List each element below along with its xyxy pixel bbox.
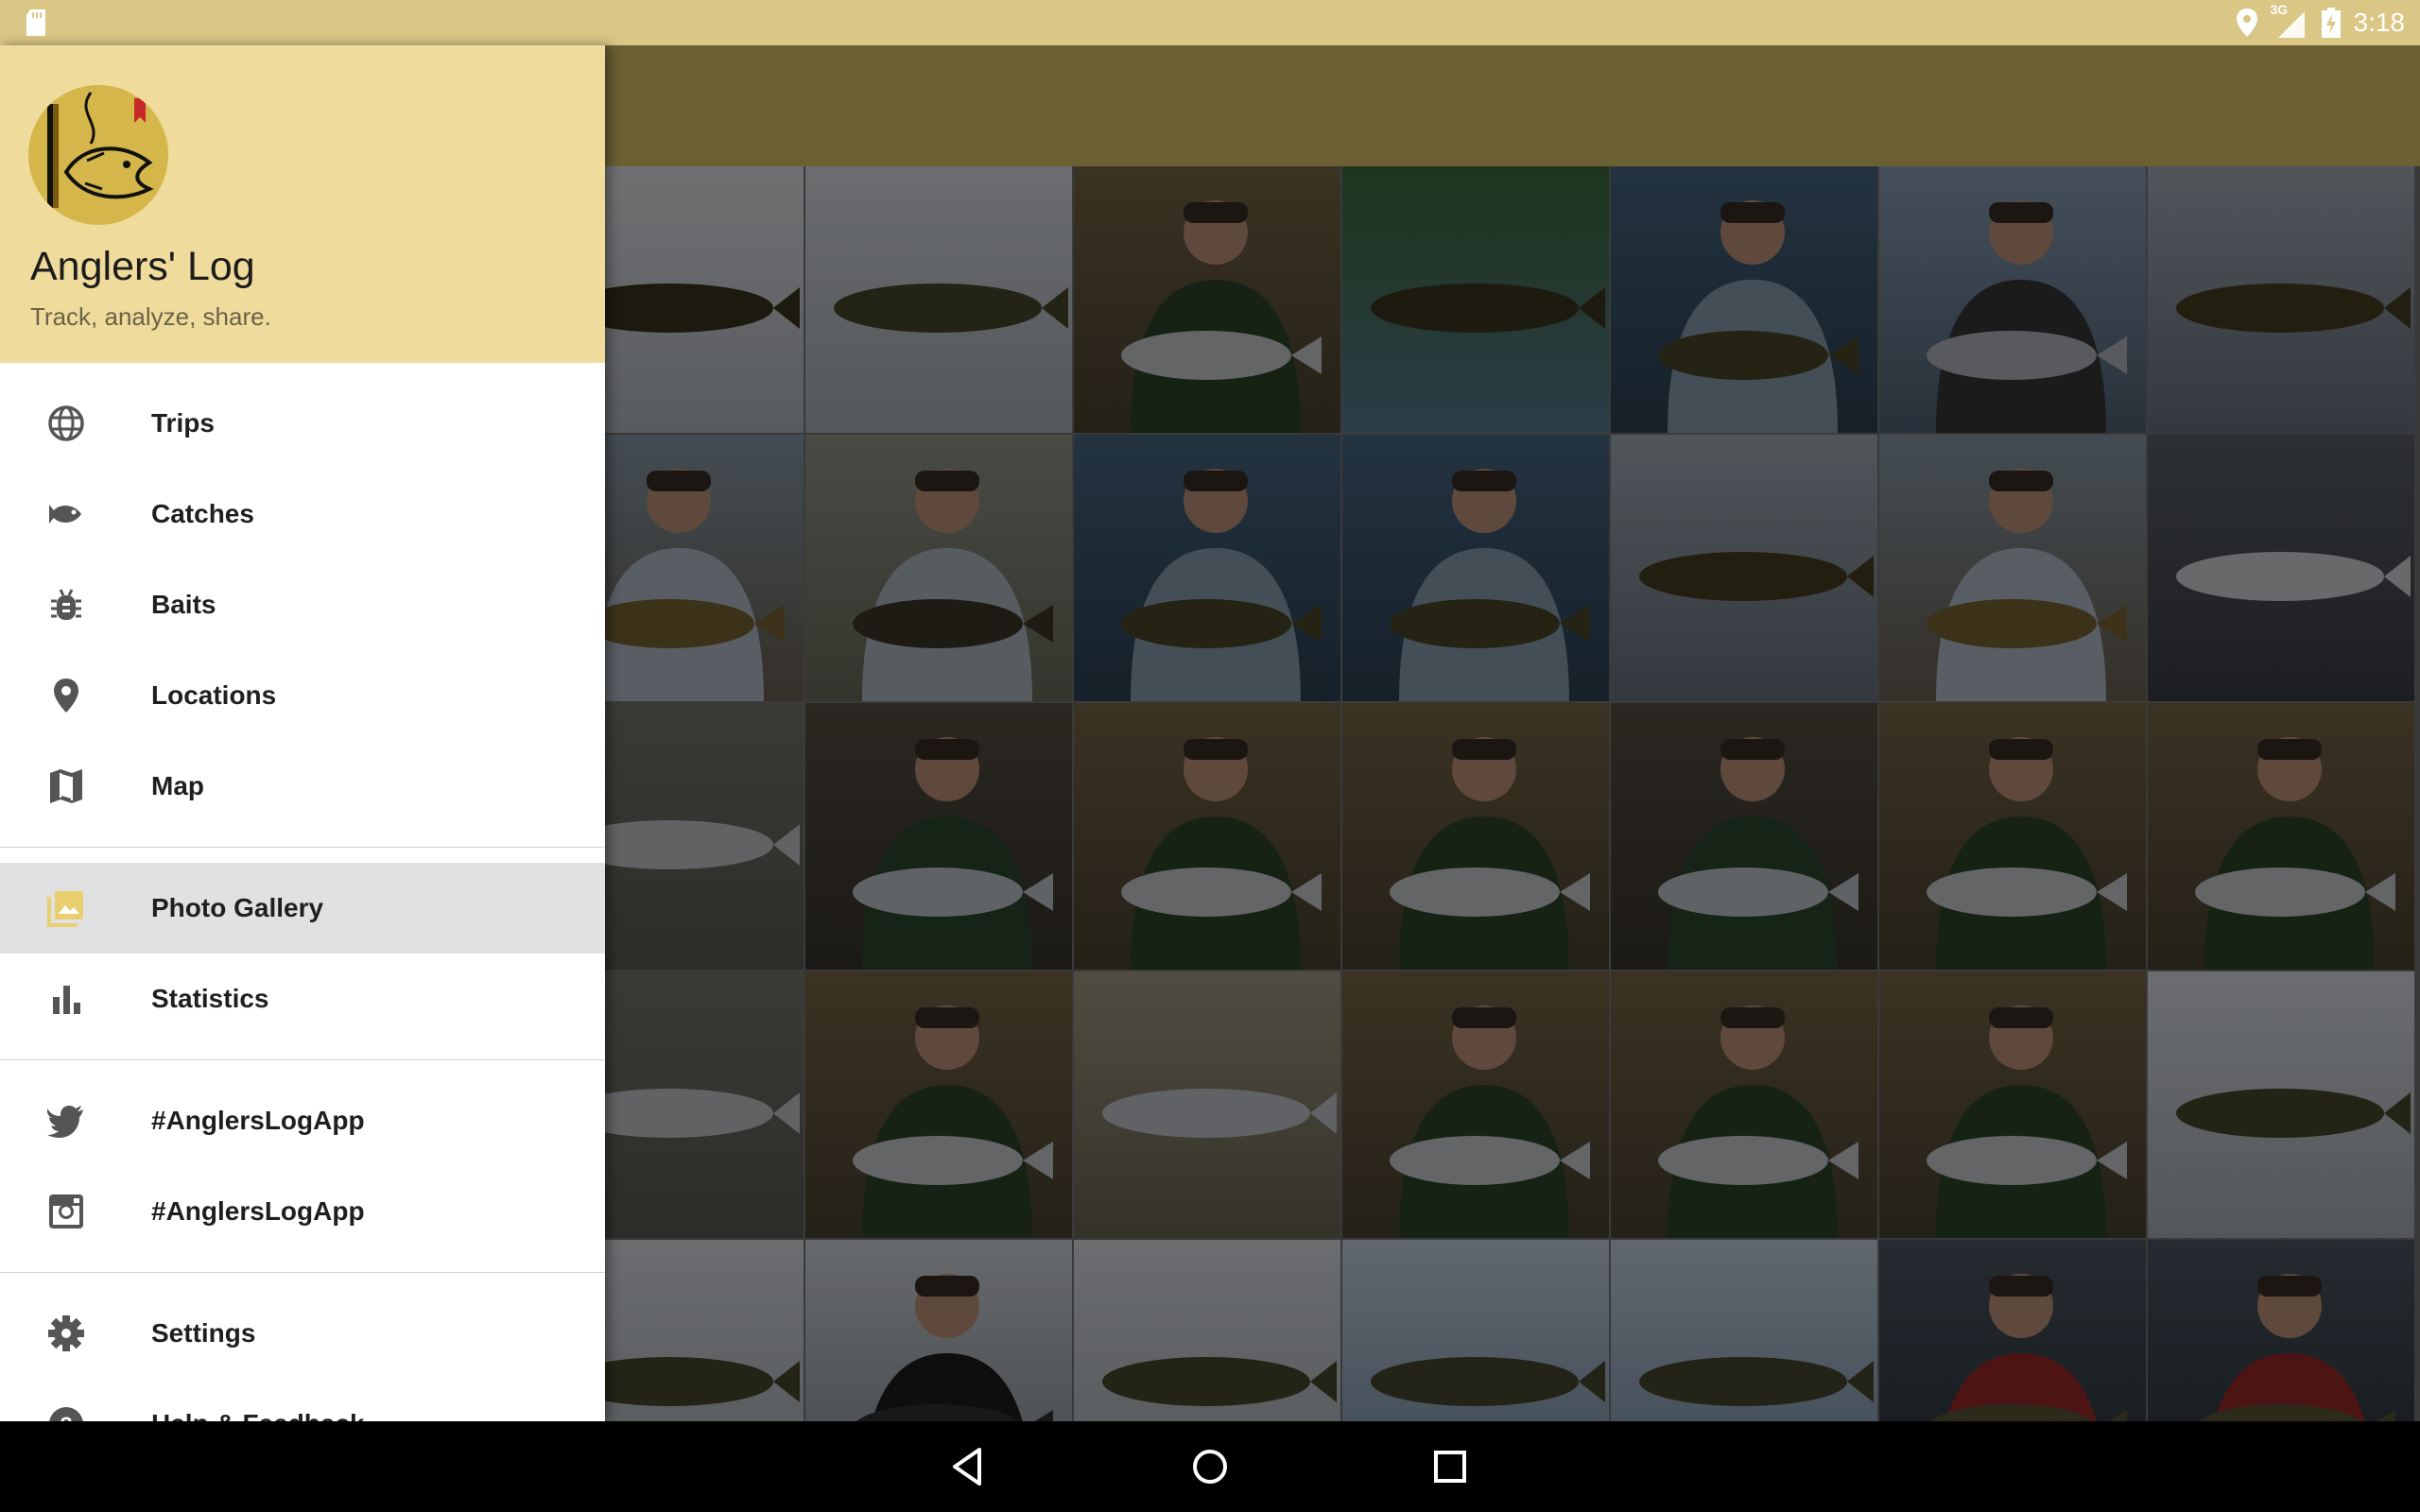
drawer-item-label: Settings xyxy=(151,1318,256,1348)
gallery-photo[interactable] xyxy=(1879,435,2146,701)
gallery-photo[interactable] xyxy=(805,971,1072,1238)
drawer-divider xyxy=(0,847,605,848)
drawer-item-label: Help & Feedback xyxy=(151,1409,365,1421)
photo-library-icon xyxy=(47,891,83,927)
gallery-photo[interactable] xyxy=(1342,435,1609,701)
gallery-photo[interactable] xyxy=(2148,971,2414,1238)
globe-icon xyxy=(48,405,84,441)
gallery-photo[interactable] xyxy=(1074,703,1340,970)
gallery-photo[interactable] xyxy=(1879,1240,2146,1421)
gallery-photo[interactable] xyxy=(805,435,1072,701)
gallery-photo[interactable] xyxy=(605,435,804,701)
drawer-item-help[interactable]: ? Help & Feedback xyxy=(0,1379,605,1421)
drawer-item-settings[interactable]: Settings xyxy=(0,1288,605,1379)
status-time: 3:18 xyxy=(2353,8,2406,37)
drawer-header: Anglers' Log Track, analyze, share. xyxy=(0,45,605,363)
gallery-photo[interactable] xyxy=(605,971,804,1238)
gallery-photo[interactable] xyxy=(1611,971,1877,1238)
bar-chart-icon xyxy=(53,986,80,1014)
drawer-item-instagram[interactable]: #AnglersLogApp xyxy=(0,1166,605,1257)
gallery-photo[interactable] xyxy=(1879,971,2146,1238)
twitter-icon xyxy=(47,1106,83,1138)
signal-icon: 3G xyxy=(2271,2,2308,40)
app-logo xyxy=(28,85,168,225)
gallery-photo[interactable] xyxy=(805,703,1072,970)
bug-icon xyxy=(51,589,81,620)
drawer-item-baits[interactable]: Baits xyxy=(0,559,605,650)
drawer-item-statistics[interactable]: Statistics xyxy=(0,954,605,1044)
gallery-photo[interactable] xyxy=(805,1240,1072,1421)
gallery-photo[interactable] xyxy=(1611,166,1877,433)
gallery-photo[interactable] xyxy=(805,166,1072,433)
gallery-photo[interactable] xyxy=(1611,703,1877,970)
drawer-item-label: Catches xyxy=(151,499,254,528)
app-toolbar xyxy=(605,45,2420,166)
svg-text:?: ? xyxy=(60,1413,72,1421)
gallery-photo[interactable] xyxy=(1879,703,2146,970)
settings-gear-icon xyxy=(48,1315,84,1351)
help-icon: ? xyxy=(49,1407,83,1421)
gallery-photo[interactable] xyxy=(605,166,804,433)
fish-icon xyxy=(49,505,81,524)
gallery-photo[interactable] xyxy=(2148,703,2414,970)
drawer-item-label: Map xyxy=(151,771,204,800)
gallery-photo[interactable] xyxy=(1342,1240,1609,1421)
gallery-photo[interactable] xyxy=(2148,435,2414,701)
drawer-item-label: Statistics xyxy=(151,984,269,1013)
gallery-photo[interactable] xyxy=(605,1240,804,1421)
drawer-divider xyxy=(0,1272,605,1273)
app-subtitle: Track, analyze, share. xyxy=(30,302,271,331)
app-title: Anglers' Log xyxy=(30,244,255,289)
gallery-photo[interactable] xyxy=(1074,971,1340,1238)
drawer-item-label: Trips xyxy=(151,408,215,438)
gallery-photo[interactable] xyxy=(2148,166,2414,433)
location-icon xyxy=(2236,9,2257,37)
gallery-photo[interactable] xyxy=(1074,166,1340,433)
gallery-photo[interactable] xyxy=(1611,1240,1877,1421)
location-pin-icon xyxy=(54,679,78,713)
photo-gallery-grid xyxy=(605,166,2420,1421)
map-icon xyxy=(50,769,82,803)
gallery-photo[interactable] xyxy=(1342,703,1609,970)
gallery-photo[interactable] xyxy=(1342,971,1609,1238)
gallery-photo[interactable] xyxy=(1611,435,1877,701)
recents-icon[interactable] xyxy=(1427,1444,1473,1489)
sd-card-icon xyxy=(26,9,45,36)
battery-icon xyxy=(2321,8,2341,38)
drawer-item-catches[interactable]: Catches xyxy=(0,469,605,559)
instagram-icon xyxy=(49,1194,83,1228)
drawer-item-photo-gallery[interactable]: Photo Gallery xyxy=(0,863,605,954)
drawer-item-label: #AnglersLogApp xyxy=(151,1106,365,1135)
gallery-photo[interactable] xyxy=(2148,1240,2414,1421)
gallery-photo[interactable] xyxy=(1074,1240,1340,1421)
drawer-item-locations[interactable]: Locations xyxy=(0,650,605,741)
gallery-photo[interactable] xyxy=(1342,166,1609,433)
network-type-label: 3G xyxy=(2270,2,2289,17)
drawer-item-label: Locations xyxy=(151,680,277,710)
drawer-item-trips[interactable]: Trips xyxy=(0,378,605,469)
back-icon[interactable] xyxy=(945,1444,991,1489)
status-bar: 3G 3:18 xyxy=(0,0,2420,45)
gallery-photo[interactable] xyxy=(605,703,804,970)
drawer-divider xyxy=(0,1059,605,1060)
drawer-item-twitter[interactable]: #AnglersLogApp xyxy=(0,1075,605,1166)
gallery-photo[interactable] xyxy=(1074,435,1340,701)
system-navigation-bar xyxy=(0,1421,2420,1512)
drawer-item-label: Photo Gallery xyxy=(151,893,324,922)
gallery-photo[interactable] xyxy=(1879,166,2146,433)
drawer-item-label: Baits xyxy=(151,590,216,619)
navigation-drawer: Anglers' Log Track, analyze, share. Trip… xyxy=(0,45,605,1421)
home-icon[interactable] xyxy=(1187,1444,1233,1489)
drawer-item-label: #AnglersLogApp xyxy=(151,1196,365,1226)
drawer-item-map[interactable]: Map xyxy=(0,741,605,832)
drawer-menu: Trips Catches Baits Locations Map Photo … xyxy=(0,363,605,1421)
